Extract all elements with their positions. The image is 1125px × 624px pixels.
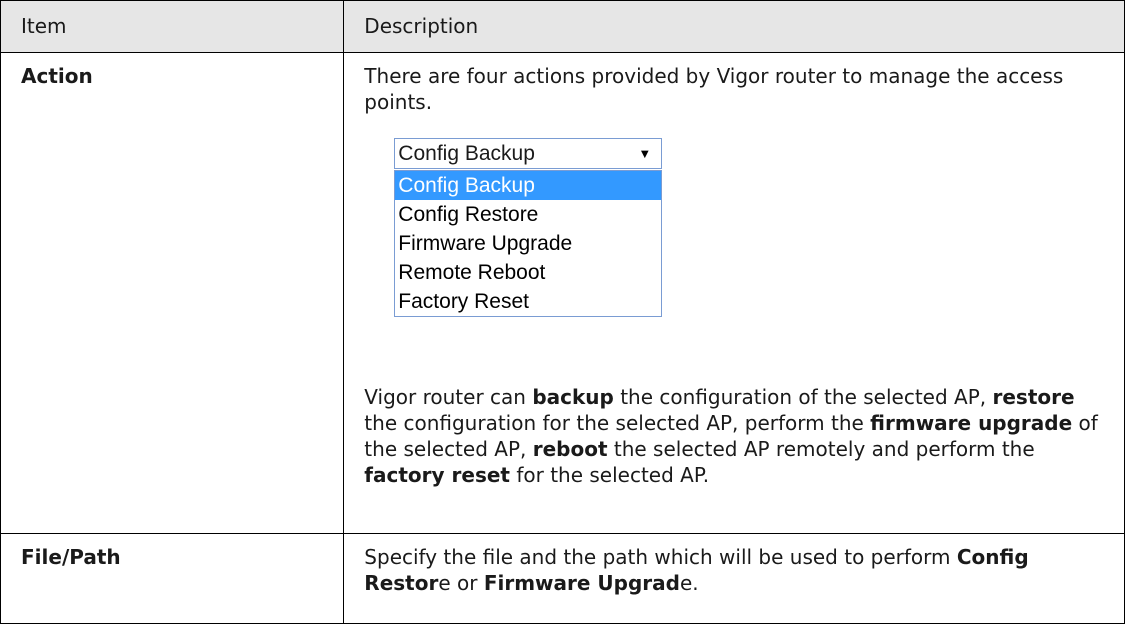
- description-table: Item Description Action There are four a…: [0, 0, 1125, 624]
- chevron-down-icon[interactable]: ▼: [638, 139, 651, 168]
- option-config-restore[interactable]: Config Restore: [395, 200, 661, 229]
- description-action: There are four actions provided by Vigor…: [343, 51, 1125, 534]
- detail-text: the configuration for the selected AP, p…: [364, 410, 871, 435]
- detail-text: the selected AP remotely and perform the: [607, 436, 1035, 461]
- action-select-value: Config Backup: [398, 141, 535, 165]
- detail-text: Vigor router can: [364, 384, 533, 409]
- header-description: Description: [343, 0, 1125, 53]
- description-file-path: Specify the file and the path which will…: [343, 532, 1125, 624]
- detail-bold-reboot: reboot: [532, 436, 608, 461]
- detail-text: e or: [438, 570, 484, 595]
- option-factory-reset[interactable]: Factory Reset: [395, 287, 661, 316]
- option-firmware-upgrade[interactable]: Firmware Upgrade: [395, 229, 661, 258]
- detail-text: for the selected AP.: [509, 462, 710, 487]
- table-row: File/Path Specify the file and the path …: [0, 532, 1125, 624]
- action-intro: There are four actions provided by Vigor…: [364, 63, 1064, 114]
- action-options-list: Config Backup Config Restore Firmware Up…: [394, 169, 663, 317]
- detail-text: the configuration of the selected AP,: [613, 384, 993, 409]
- action-select[interactable]: Config Backup ▼: [394, 137, 663, 169]
- item-action: Action: [0, 51, 345, 534]
- detail-bold-firmware-upgrade: firmware upgrade: [870, 410, 1073, 435]
- detail-bold-backup: backup: [532, 384, 614, 409]
- detail-bold-factory-reset: factory reset: [364, 462, 510, 487]
- action-detail: Vigor router can backup the configuratio…: [364, 384, 1104, 488]
- table-row: Action There are four actions provided b…: [0, 51, 1125, 534]
- detail-text: e.: [679, 570, 699, 595]
- option-remote-reboot[interactable]: Remote Reboot: [395, 258, 661, 287]
- file-path-detail: Specify the file and the path which will…: [364, 544, 1104, 596]
- detail-bold-firmware-upgrade: Firmware Upgrad: [483, 570, 680, 595]
- table-header-row: Item Description: [0, 0, 1125, 53]
- detail-text: Specify the file and the path which will…: [364, 544, 957, 569]
- detail-bold-restore: restore: [992, 384, 1075, 409]
- item-file-path: File/Path: [0, 532, 345, 624]
- header-item: Item: [0, 0, 345, 53]
- option-config-backup[interactable]: Config Backup: [395, 170, 662, 200]
- action-dropdown[interactable]: Config Backup ▼ Config Backup Config Res…: [394, 137, 664, 342]
